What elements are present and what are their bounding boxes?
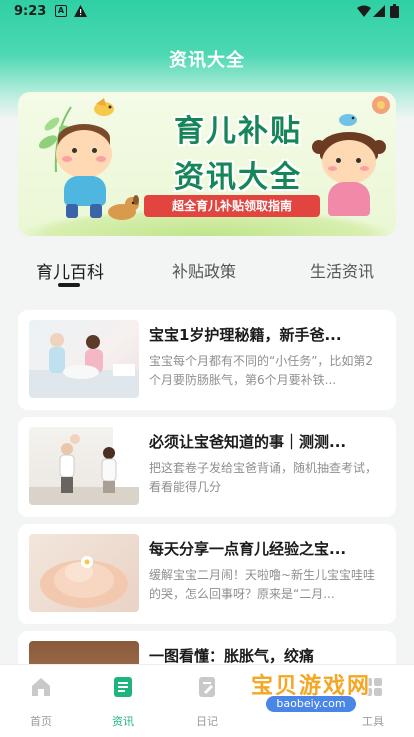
- diary-icon: [195, 675, 219, 699]
- wifi-icon: [357, 5, 371, 17]
- tab-parenting-wiki[interactable]: 育儿百科: [36, 258, 104, 283]
- site-watermark: 宝贝游戏网 baobeiy.com: [236, 668, 386, 718]
- bird-small-icon: [339, 114, 357, 126]
- tab-life-news[interactable]: 生活资讯: [310, 258, 374, 282]
- nav-home[interactable]: 首页: [0, 665, 82, 737]
- active-tab-indicator: [58, 283, 80, 287]
- nav-news[interactable]: 资讯: [82, 665, 164, 737]
- nav-home-label: 首页: [30, 715, 52, 728]
- category-tabs: 育儿百科 补贴政策 生活资讯: [0, 258, 414, 292]
- bird-icon: [94, 98, 114, 116]
- article-desc: 把这套卷子发给宝爸背诵，随机抽查考试，看看能得几分: [149, 461, 378, 494]
- dog-icon: [108, 195, 139, 220]
- article-card[interactable]: 每天分享一点育儿经验之宝... 缓解宝宝二月闹！天啦噜~新生儿宝宝哇哇的哭，怎么…: [18, 524, 396, 624]
- battery-icon: [390, 4, 399, 18]
- watermark-url: baobeiy.com: [266, 696, 356, 712]
- status-bar: 9:23 A: [0, 0, 414, 24]
- status-time: 9:23: [14, 4, 47, 19]
- promo-banner[interactable]: 育儿补贴 资讯大全 超全育儿补贴领取指南: [18, 92, 396, 236]
- banner-title-line1: 育儿补贴: [174, 114, 302, 149]
- article-desc: 缓解宝宝二月闹！天啦噜~新生儿宝宝哇哇的哭，怎么回事呀？原来是“二月...: [149, 568, 376, 601]
- page-title: 资讯大全: [169, 50, 245, 71]
- article-desc: 宝宝每个月都有不同的“小任务”，比如第2个月要防肠胀气，第6个月要补铁...: [149, 354, 374, 387]
- home-icon: [29, 675, 53, 699]
- article-title: 每天分享一点育儿经验之宝...: [149, 540, 347, 558]
- signal-icon: [373, 5, 385, 17]
- news-icon: [111, 675, 135, 699]
- flower-icon: [372, 96, 390, 114]
- banner-title-line2: 资讯大全: [174, 160, 302, 195]
- notification-a-icon: A: [55, 5, 67, 17]
- warning-icon: [74, 5, 87, 17]
- article-title: 一图看懂：胀胀气，绞痛: [149, 647, 315, 665]
- article-title: 宝宝1岁护理秘籍，新手爸...: [149, 326, 342, 344]
- banner-tagline: 超全育儿补贴领取指南: [144, 195, 320, 217]
- article-card[interactable]: 必须让宝爸知道的事｜测测... 把这套卷子发给宝爸背诵，随机抽查考试，看看能得几…: [18, 417, 396, 517]
- article-thumbnail: [29, 427, 139, 505]
- article-title: 必须让宝爸知道的事｜测测...: [149, 433, 347, 451]
- nav-news-label: 资讯: [112, 715, 134, 728]
- article-card[interactable]: 宝宝1岁护理秘籍，新手爸... 宝宝每个月都有不同的“小任务”，比如第2个月要防…: [18, 310, 396, 410]
- article-thumbnail: [29, 320, 139, 398]
- tab-subsidy-policy[interactable]: 补贴政策: [172, 258, 236, 282]
- article-thumbnail: [29, 534, 139, 612]
